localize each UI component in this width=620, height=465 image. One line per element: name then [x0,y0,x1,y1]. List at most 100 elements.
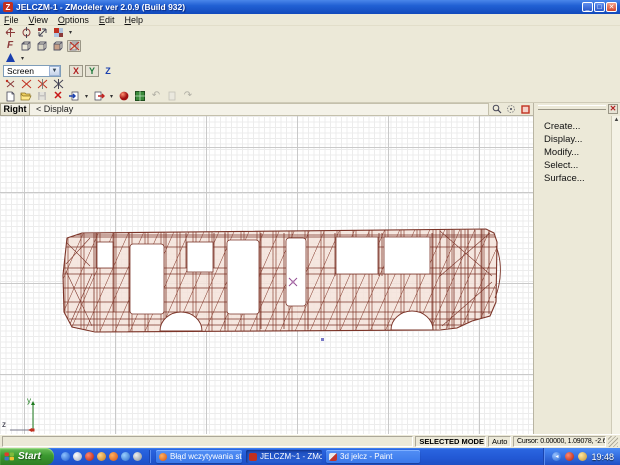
start-button[interactable]: Start [0,448,54,465]
panel-grip[interactable] [538,105,606,110]
quick-launch-area [54,452,147,461]
import-dropdown-icon[interactable]: ▾ [83,93,90,100]
redo-icon[interactable]: ↷ [181,90,195,102]
gizmo-z-label: z [2,420,6,429]
select-objects-icon[interactable] [51,78,65,90]
toolbar-axes: Screen ▼ X Y Z [0,64,620,77]
hidden-cube-icon[interactable] [67,40,81,52]
axis-x-toggle[interactable]: X [69,65,83,77]
save-file-icon[interactable] [35,90,49,102]
commands-panel: ✕ ▲ Create... Display... Modify... Selec… [533,103,620,434]
axis-gizmo: y z [0,398,60,434]
toolbar-primitives: ▾ [0,52,620,64]
wireframe-cube-icon[interactable] [19,40,33,52]
rotate-gizmo-icon[interactable] [19,27,33,39]
maximize-viewport-icon[interactable] [519,103,531,115]
panel-item-modify[interactable]: Modify... [544,146,579,159]
solid-cube-icon[interactable] [35,40,49,52]
textured-cube-icon[interactable] [51,40,65,52]
new-file-icon[interactable] [3,90,17,102]
vertex-marker [321,338,324,341]
panel-scrollbar[interactable]: ▲ [611,116,620,434]
combo-dropdown-icon[interactable]: ▼ [49,66,60,76]
panel-item-create[interactable]: Create... [544,120,580,133]
frame-mode-icon[interactable]: F [3,40,17,52]
bus-door-opening [130,244,164,314]
windows-flag-icon [4,451,15,462]
open-file-icon[interactable] [19,90,33,102]
minimize-button[interactable]: _ [582,2,593,12]
quicklaunch-icon-6[interactable] [121,452,130,461]
menu-options[interactable]: Options [58,15,89,25]
window-titlebar[interactable]: Z JELCZM-1 - ZModeler ver 2.0.9 (Build 9… [0,0,620,14]
delete-icon[interactable]: ✕ [51,90,65,102]
gizmo-dropdown-icon[interactable]: ▾ [67,29,74,36]
menu-edit[interactable]: Edit [99,15,115,25]
export-icon[interactable] [92,90,106,102]
scale-gizmo-icon[interactable] [35,27,49,39]
quicklaunch-icon-2[interactable] [73,452,82,461]
primitive-dropdown-icon[interactable]: ▾ [19,55,26,62]
quicklaunch-firefox-icon[interactable] [109,452,118,461]
menu-file[interactable]: File [4,15,19,25]
tray-icon-1[interactable] [565,452,574,461]
paint-icon [329,453,337,461]
toolbar-file: ✕ ▾ ▾ ↶ ↷ [0,90,620,103]
tray-icon-2[interactable] [578,452,587,461]
viewport-canvas[interactable]: y z [0,116,533,434]
zoom-extents-icon[interactable] [505,103,517,115]
quicklaunch-icon-4[interactable] [97,452,106,461]
status-auto[interactable]: Auto [488,436,511,447]
system-tray: ◂ 19:48 [543,448,620,465]
move-gizmo-icon[interactable] [3,27,17,39]
quicklaunch-ie-icon[interactable] [61,452,70,461]
status-bar: SELECTED MODE Auto Cursor: 0.00000, 1.09… [0,434,620,448]
taskbar-clock: 19:48 [591,452,614,462]
status-selected-mode: SELECTED MODE [415,436,486,447]
coordinate-space-value: Screen [7,66,34,76]
select-edges-icon[interactable] [19,78,33,90]
zmodeler-icon [249,453,257,461]
coordinate-space-combo[interactable]: Screen ▼ [3,65,61,77]
select-vertices-icon[interactable] [3,78,17,90]
svg-text:Z: Z [6,3,11,12]
menu-bar: File View Options Edit Help [0,14,620,26]
close-button[interactable]: ✕ [606,2,617,12]
task-button-zmodeler[interactable]: JELCZM~1 - ZModele... [246,450,322,463]
task-button-browser[interactable]: Błąd wczytywania str... [156,450,242,463]
menu-help[interactable]: Help [124,15,143,25]
panel-item-select[interactable]: Select... [544,159,578,172]
viewport-view-button[interactable]: Right [0,103,30,116]
select-faces-icon[interactable] [35,78,49,90]
task-button-paint[interactable]: 3d jelcz - Paint [326,450,420,463]
paste-icon[interactable] [165,90,179,102]
viewport-display-mode-bar[interactable]: < Display [30,103,489,116]
panel-close-icon[interactable]: ✕ [608,104,618,114]
bus-wireframe[interactable] [0,116,533,434]
cone-primitive-icon[interactable] [3,52,17,64]
texture-tool-icon[interactable] [51,27,65,39]
maximize-button[interactable]: □ [594,2,605,12]
desktop: Z JELCZM-1 - ZModeler ver 2.0.9 (Build 9… [0,0,620,465]
resize-grip[interactable] [608,436,618,447]
panel-item-display[interactable]: Display... [544,133,582,146]
texture-browser-icon[interactable] [133,90,147,102]
tray-chevron-icon[interactable]: ◂ [552,452,561,461]
menu-view[interactable]: View [29,15,48,25]
bus-window-opening [97,242,113,268]
import-icon[interactable] [67,90,81,102]
status-cursor-coords: Cursor: 0.00000, 1.09078, -2.67576 [513,436,606,447]
toolbar-viewmodes: F [0,39,620,52]
export-dropdown-icon[interactable]: ▾ [108,93,115,100]
status-message-area [2,436,413,447]
window-title: JELCZM-1 - ZModeler ver 2.0.9 (Build 932… [16,2,185,12]
material-editor-icon[interactable] [117,90,131,102]
axis-y-toggle[interactable]: Y [85,65,99,77]
undo-icon[interactable]: ↶ [149,90,163,102]
axis-z-toggle[interactable]: Z [101,65,115,77]
panel-item-surface[interactable]: Surface... [544,172,585,185]
quicklaunch-icon-7[interactable] [133,452,142,461]
scrollbar-up-icon[interactable]: ▲ [613,117,620,125]
quicklaunch-opera-icon[interactable] [85,452,94,461]
zoom-icon[interactable] [491,103,503,115]
